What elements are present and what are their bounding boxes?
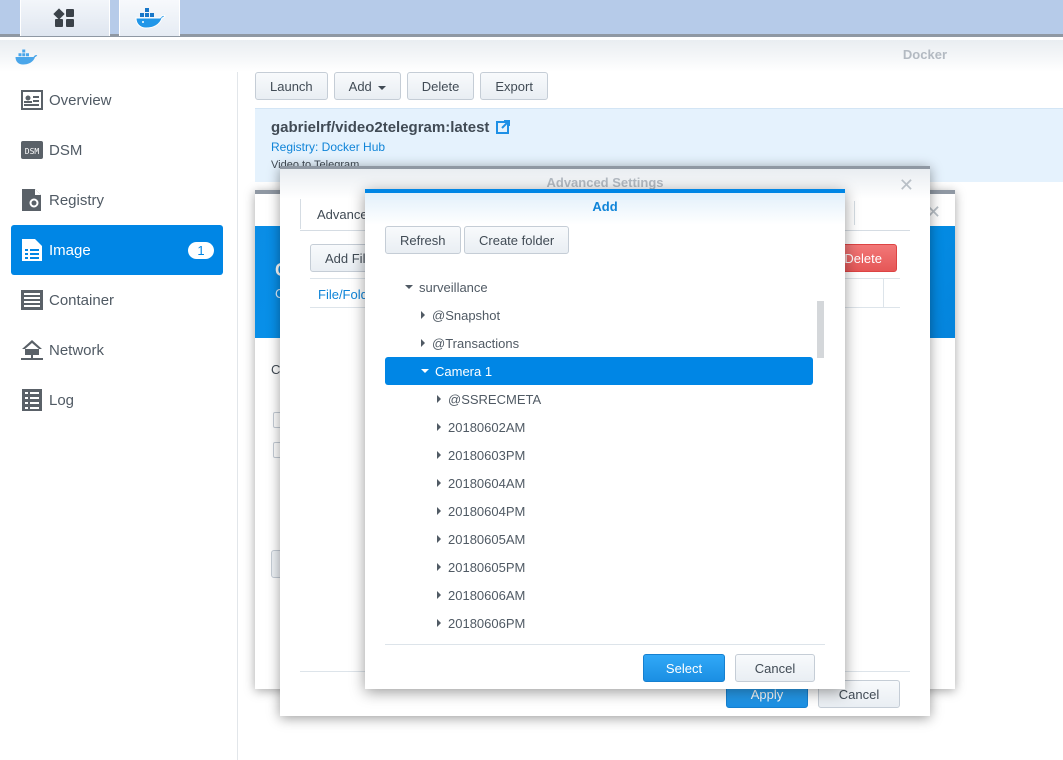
image-name: gabrielrf/video2telegram:latest <box>271 119 490 136</box>
sidebar-item-label: Image <box>49 241 91 259</box>
tree-item-label: 20180603PM <box>448 447 526 463</box>
external-link-icon[interactable] <box>496 120 510 137</box>
sidebar-item-log[interactable]: Log <box>11 375 223 425</box>
select-button[interactable]: Select <box>643 654 725 682</box>
sidebar-item-network[interactable]: Network <box>11 325 223 375</box>
tree-item[interactable]: surveillance <box>385 273 813 301</box>
sidebar-item-label: Network <box>49 341 105 359</box>
tree-item-label: 20180605AM <box>448 531 526 547</box>
tree-item[interactable]: @Snapshot <box>385 301 813 329</box>
window-header: Docker <box>0 40 1063 72</box>
sidebar-item-label: DSM <box>49 141 83 159</box>
expand-right-icon[interactable] <box>421 311 425 319</box>
sidebar-item-overview[interactable]: Overview <box>11 75 223 125</box>
column-file-folder[interactable]: File/Fold <box>318 287 368 302</box>
sidebar-item-label: Overview <box>49 91 112 109</box>
expand-down-icon[interactable] <box>421 369 429 373</box>
delete-button[interactable]: Delete <box>406 72 475 100</box>
refresh-button[interactable]: Refresh <box>385 226 461 254</box>
image-count-badge: 1 <box>188 242 214 259</box>
field-label: C <box>271 362 281 377</box>
tree-item[interactable]: 20180604PM <box>385 497 813 525</box>
expand-right-icon[interactable] <box>437 619 441 627</box>
expand-right-icon[interactable] <box>437 395 441 403</box>
add-label: Add <box>348 78 372 94</box>
tree-item[interactable]: 20180603PM <box>385 441 813 469</box>
expand-right-icon[interactable] <box>437 507 441 515</box>
sidebar-item-image[interactable]: Image 1 <box>11 225 223 275</box>
add-folder-dialog: Add Refresh Create folder surveillance @S… <box>365 189 845 689</box>
main-menu-icon <box>53 8 74 27</box>
tree-item-label: Camera 1 <box>435 363 493 379</box>
tree-item[interactable]: 20180606AM <box>385 581 813 609</box>
sidebar: Overview DSM DSM Registry Image 1 Contai… <box>0 72 238 760</box>
tab-divider <box>854 201 855 225</box>
column-divider <box>883 279 884 307</box>
tree-item[interactable]: 20180605PM <box>385 553 813 581</box>
tree-scrollbar[interactable] <box>817 301 824 358</box>
cancel-button[interactable]: Cancel <box>735 654 815 682</box>
log-icon <box>21 389 43 411</box>
container-icon <box>21 289 43 311</box>
expand-right-icon[interactable] <box>437 479 441 487</box>
folder-tree: surveillance @Snapshot @Transactions Camera… <box>385 273 825 643</box>
tree-item-label: 20180605PM <box>448 559 526 575</box>
sidebar-item-container[interactable]: Container <box>11 275 223 325</box>
tree-item-label: surveillance <box>419 279 488 295</box>
tree-item[interactable]: 20180602AM <box>385 413 813 441</box>
dsm-icon: DSM <box>21 139 43 161</box>
docker-logo-icon <box>15 49 38 65</box>
sidebar-item-label: Registry <box>49 191 105 209</box>
export-button[interactable]: Export <box>480 72 548 100</box>
svg-text:DSM: DSM <box>25 147 40 156</box>
expand-right-icon[interactable] <box>437 563 441 571</box>
tree-item-label: @SSRECMETA <box>448 391 542 407</box>
tree-item[interactable]: @SSRECMETA <box>385 385 813 413</box>
registry-icon <box>21 189 43 211</box>
image-registry: Registry: Docker Hub <box>271 140 386 154</box>
tree-item-label: 20180602AM <box>448 419 526 435</box>
tree-item[interactable]: 20180606PM <box>385 609 813 637</box>
launch-button[interactable]: Launch <box>255 72 328 100</box>
image-toolbar: Launch Add Delete Export <box>255 72 548 100</box>
sidebar-item-label: Container <box>49 291 115 309</box>
tree-item-label: @Transactions <box>432 335 520 351</box>
window-title: Docker <box>902 47 947 62</box>
docker-taskbar-button[interactable] <box>119 0 180 36</box>
tree-item-label: @Snapshot <box>432 307 501 323</box>
expand-down-icon[interactable] <box>405 285 413 289</box>
tree-item[interactable]: @Transactions <box>385 329 813 357</box>
docker-icon <box>134 8 166 29</box>
tree-item-label: 20180606AM <box>448 587 526 603</box>
sidebar-item-label: Log <box>49 391 75 409</box>
tree-item[interactable]: 20180605AM <box>385 525 813 553</box>
tree-item[interactable]: Camera 1 <box>385 357 813 385</box>
expand-right-icon[interactable] <box>437 535 441 543</box>
overview-icon <box>21 89 43 111</box>
tree-item-label: 20180606PM <box>448 615 526 631</box>
close-icon[interactable]: ✕ <box>899 175 914 196</box>
tree-item[interactable]: 20180604AM <box>385 469 813 497</box>
taskbar <box>0 0 1063 37</box>
chevron-down-icon <box>377 85 386 90</box>
main-menu-button[interactable] <box>20 0 110 36</box>
create-folder-button[interactable]: Create folder <box>464 226 570 254</box>
tree-item-label: 20180604PM <box>448 503 526 519</box>
sidebar-item-dsm[interactable]: DSM DSM <box>11 125 223 175</box>
add-dropdown-button[interactable]: Add <box>333 72 401 100</box>
expand-right-icon[interactable] <box>437 591 441 599</box>
image-icon <box>21 239 43 261</box>
tree-item-label: 20180604AM <box>448 475 526 491</box>
expand-right-icon[interactable] <box>421 339 425 347</box>
expand-right-icon[interactable] <box>437 451 441 459</box>
network-icon <box>21 339 43 361</box>
divider <box>385 644 825 645</box>
expand-right-icon[interactable] <box>437 423 441 431</box>
dialog-title: Add <box>365 193 845 225</box>
sidebar-item-registry[interactable]: Registry <box>11 175 223 225</box>
